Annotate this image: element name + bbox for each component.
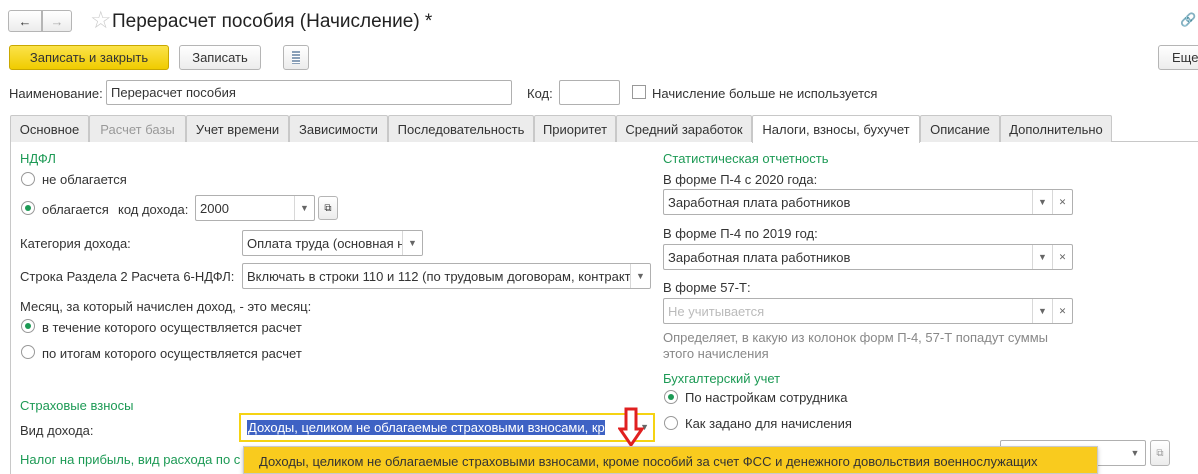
tab-priority[interactable]: Приоритет xyxy=(534,115,616,142)
tab-avg-earnings[interactable]: Средний заработок xyxy=(616,115,752,142)
f57-placeholder: Не учитывается xyxy=(668,303,765,319)
save-close-button[interactable]: Записать и закрыть xyxy=(9,45,169,70)
profit-tax-label: Налог на прибыль, вид расхода по с xyxy=(20,452,241,467)
tooltip-text: Доходы, целиком не облагаемые страховыми… xyxy=(259,454,1038,469)
row-value: Включать в строки 110 и 112 (по трудовым… xyxy=(247,268,631,284)
category-select[interactable]: Оплата труда (основная н ▼ xyxy=(242,230,423,256)
chevron-down-icon[interactable]: ▼ xyxy=(1032,245,1052,269)
report-button[interactable] xyxy=(283,45,309,70)
chevron-down-icon[interactable]: ▼ xyxy=(1032,299,1052,323)
open-icon[interactable]: ⧉ xyxy=(318,196,338,220)
income-kind-tooltip[interactable]: Доходы, целиком не облагаемые страховыми… xyxy=(243,446,1098,474)
name-label: Наименование: xyxy=(9,86,103,101)
f57-label: В форме 57-Т: xyxy=(663,280,751,295)
p4-2020-label: В форме П-4 с 2020 года: xyxy=(663,172,818,187)
clear-icon[interactable]: ✕ xyxy=(1052,299,1072,323)
row-select[interactable]: Включать в строки 110 и 112 (по трудовым… xyxy=(242,263,651,289)
row-label: Строка Раздела 2 Расчета 6-НДФЛ: xyxy=(20,269,235,284)
tab-additional[interactable]: Дополнительно xyxy=(1000,115,1112,142)
chevron-down-icon[interactable]: ▼ xyxy=(630,264,650,288)
income-kind-label: Вид дохода: xyxy=(20,423,94,438)
ndfl-not-taxed-radio[interactable] xyxy=(21,172,35,186)
list-icon xyxy=(292,51,300,64)
chevron-down-icon[interactable]: ▼ xyxy=(1125,441,1145,465)
ndfl-taxed-label: облагается xyxy=(42,202,109,217)
p4-2019-label: В форме П-4 по 2019 год: xyxy=(663,226,818,241)
code-label: Код: xyxy=(527,86,553,101)
ndfl-taxed-radio[interactable] xyxy=(21,201,35,215)
month-current-label: в течение которого осуществляется расчет xyxy=(42,320,302,335)
more-button[interactable]: Еще xyxy=(1158,45,1198,70)
p4-2020-value: Заработная плата работников xyxy=(668,194,851,210)
f57-select[interactable]: Не учитывается ▼ ✕ xyxy=(663,298,1073,324)
p4-2019-select[interactable]: Заработная плата работников ▼ ✕ xyxy=(663,244,1073,270)
tab-sequence[interactable]: Последовательность xyxy=(388,115,534,142)
income-kind-value: Доходы, целиком не облагаемые страховыми… xyxy=(247,420,605,435)
tab-taxes[interactable]: Налоги, взносы, бухучет xyxy=(752,115,920,143)
p4-2019-value: Заработная плата работников xyxy=(668,249,851,265)
arrow-down-annotation-icon xyxy=(617,407,645,450)
tab-dependencies[interactable]: Зависимости xyxy=(289,115,388,142)
tab-base-calc[interactable]: Расчет базы xyxy=(89,115,186,142)
code-input[interactable] xyxy=(559,80,620,105)
month-result-radio[interactable] xyxy=(21,345,35,359)
chevron-down-icon[interactable]: ▼ xyxy=(402,231,422,255)
p4-2020-select[interactable]: Заработная плата работников ▼ ✕ xyxy=(663,189,1073,215)
name-input[interactable]: Перерасчет пособия xyxy=(106,80,512,105)
tab-time[interactable]: Учет времени xyxy=(186,115,289,142)
link-icon[interactable]: 🔗 xyxy=(1180,12,1196,28)
accounting-employee-label: По настройкам сотрудника xyxy=(685,390,848,405)
category-label: Категория дохода: xyxy=(20,236,131,251)
stats-title: Статистическая отчетность xyxy=(663,151,829,166)
unused-checkbox[interactable] xyxy=(632,85,646,99)
insurance-title: Страховые взносы xyxy=(20,398,134,413)
stats-note-2: этого начисления xyxy=(663,346,769,361)
category-value: Оплата труда (основная н xyxy=(247,235,405,251)
month-label: Месяц, за который начислен доход, - это … xyxy=(20,299,312,314)
forward-button[interactable]: → xyxy=(42,10,72,32)
accounting-title: Бухгалтерский учет xyxy=(663,371,781,386)
chevron-down-icon[interactable]: ▼ xyxy=(294,196,314,220)
income-code-value: 2000 xyxy=(200,200,229,216)
unused-label: Начисление больше не используется xyxy=(652,86,878,101)
star-icon[interactable]: ☆ xyxy=(90,6,112,35)
page-title: Перерасчет пособия (Начисление) * xyxy=(112,11,433,32)
clear-icon[interactable]: ✕ xyxy=(1052,190,1072,214)
month-current-radio[interactable] xyxy=(21,319,35,333)
income-code-select[interactable]: 2000 ▼ xyxy=(195,195,315,221)
stats-note: Определяет, в какую из колонок форм П-4,… xyxy=(663,330,1049,345)
accounting-custom-radio[interactable] xyxy=(664,416,678,430)
back-button[interactable]: ← xyxy=(8,10,42,32)
clear-icon[interactable]: ✕ xyxy=(1052,245,1072,269)
save-button[interactable]: Записать xyxy=(179,45,261,70)
accounting-custom-label: Как задано для начисления xyxy=(685,416,852,431)
income-code-label: код дохода: xyxy=(118,202,189,217)
ndfl-title: НДФЛ xyxy=(20,151,56,166)
tab-main[interactable]: Основное xyxy=(10,115,89,142)
chevron-down-icon[interactable]: ▼ xyxy=(1032,190,1052,214)
month-result-label: по итогам которого осуществляется расчет xyxy=(42,346,302,361)
income-kind-select[interactable]: Доходы, целиком не облагаемые страховыми… xyxy=(239,413,655,442)
open-icon[interactable]: ⧉ xyxy=(1150,440,1170,466)
tab-description[interactable]: Описание xyxy=(920,115,1000,142)
accounting-employee-radio[interactable] xyxy=(664,390,678,404)
ndfl-not-taxed-label: не облагается xyxy=(42,172,127,187)
tab-panel-border xyxy=(10,141,11,474)
